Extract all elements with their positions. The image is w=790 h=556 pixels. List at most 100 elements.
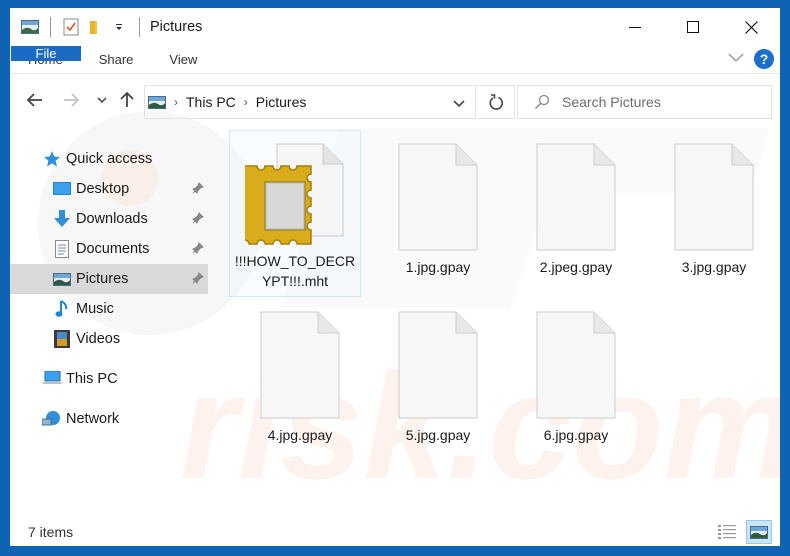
file-list: !!!HOW_TO_DECRYPT!!!.mht 1.jpg.gpay 2.jp… <box>210 123 780 523</box>
network-icon <box>42 409 62 429</box>
chevron-down-icon <box>728 53 744 63</box>
file-item[interactable]: 5.jpg.gpay <box>372 305 504 445</box>
sidebar-item-quick-access[interactable]: Quick access <box>10 144 208 174</box>
pin-icon[interactable] <box>192 242 204 258</box>
file-item-ransom-note[interactable]: !!!HOW_TO_DECRYPT!!!.mht <box>229 130 361 297</box>
sidebar-item-this-pc[interactable]: This PC <box>10 364 208 394</box>
minimize-button[interactable] <box>606 8 664 46</box>
sidebar-item-label: Desktop <box>76 181 130 197</box>
this-pc-icon <box>42 369 62 389</box>
file-name: 1.jpg.gpay <box>405 259 471 275</box>
file-item[interactable]: 1.jpg.gpay <box>372 137 504 277</box>
pin-icon[interactable] <box>192 272 204 288</box>
address-history-button[interactable] <box>453 95 465 113</box>
window-controls <box>606 8 780 46</box>
file-item[interactable]: 2.jpeg.gpay <box>510 137 642 277</box>
pictures-location-icon <box>148 95 166 109</box>
breadcrumb-this-pc[interactable]: This PC <box>186 94 236 110</box>
desktop-icon <box>52 179 72 199</box>
forward-button[interactable] <box>59 88 83 112</box>
videos-icon <box>52 329 72 349</box>
sidebar-item-music[interactable]: Music <box>10 294 208 324</box>
sidebar-item-label: Documents <box>76 241 150 257</box>
toolbar-divider <box>50 17 51 37</box>
ribbon-right-controls: ? <box>728 49 774 69</box>
sidebar-item-documents[interactable]: Documents <box>10 234 208 264</box>
mht-file-icon <box>230 131 360 251</box>
back-button[interactable] <box>23 88 47 112</box>
file-name: !!!HOW_TO_DECRYPT!!!.mht <box>234 253 356 289</box>
tab-view[interactable]: View <box>151 46 215 73</box>
properties-icon[interactable] <box>59 15 83 39</box>
file-item[interactable]: 3.jpg.gpay <box>648 137 780 277</box>
details-view-icon <box>718 525 736 539</box>
arrow-left-icon <box>27 93 42 107</box>
arrow-up-icon <box>120 92 134 107</box>
downloads-icon <box>52 209 72 229</box>
sidebar-item-label: This PC <box>66 371 118 387</box>
file-name: 5.jpg.gpay <box>405 427 471 443</box>
blank-file-icon <box>648 137 780 257</box>
customize-dropdown-icon[interactable] <box>107 15 131 39</box>
pictures-icon <box>52 269 72 289</box>
item-count: 7 items <box>28 524 74 540</box>
star-icon <box>42 149 62 169</box>
arrow-right-icon <box>64 93 79 107</box>
blank-file-icon <box>510 137 642 257</box>
sidebar-item-videos[interactable]: Videos <box>10 324 208 354</box>
file-item[interactable]: 6.jpg.gpay <box>510 305 642 445</box>
file-explorer-window: risk.com Pictures File Share View ? › Th… <box>10 8 780 546</box>
chevron-down-icon <box>97 97 107 104</box>
details-view-button[interactable] <box>714 520 740 544</box>
blank-file-icon <box>234 305 366 425</box>
pin-icon[interactable] <box>192 212 204 228</box>
ribbon-tabs: File Home Share View ? <box>10 46 780 74</box>
sidebar-item-label: Videos <box>76 331 121 347</box>
file-item[interactable]: 4.jpg.gpay <box>234 305 366 445</box>
new-folder-icon[interactable] <box>83 15 107 39</box>
pin-icon[interactable] <box>192 182 204 198</box>
sidebar-item-pictures[interactable]: Pictures <box>10 264 208 294</box>
search-box[interactable] <box>517 85 772 119</box>
breadcrumb-pictures[interactable]: Pictures <box>256 94 307 110</box>
file-name: 3.jpg.gpay <box>681 259 747 275</box>
tab-file[interactable]: File <box>11 46 81 61</box>
refresh-button[interactable] <box>477 85 515 119</box>
quick-access-toolbar <box>10 15 148 39</box>
up-button[interactable] <box>115 88 139 112</box>
close-button[interactable] <box>722 8 780 46</box>
refresh-icon <box>488 94 503 110</box>
pictures-folder-icon[interactable] <box>18 15 42 39</box>
close-icon <box>744 20 758 34</box>
sidebar-item-desktop[interactable]: Desktop <box>10 174 208 204</box>
maximize-button[interactable] <box>664 8 722 46</box>
status-bar: 7 items <box>10 518 780 546</box>
file-name: 4.jpg.gpay <box>267 427 333 443</box>
expand-ribbon-button[interactable] <box>728 50 744 68</box>
search-input[interactable] <box>562 94 752 110</box>
breadcrumb-separator-icon: › <box>174 95 178 109</box>
breadcrumb-separator-icon: › <box>243 95 248 109</box>
sidebar-item-label: Music <box>76 301 114 317</box>
window-title: Pictures <box>150 19 203 35</box>
blank-file-icon <box>372 305 504 425</box>
sidebar-item-downloads[interactable]: Downloads <box>10 204 208 234</box>
sidebar-item-label: Pictures <box>76 271 129 287</box>
title-bar: Pictures <box>10 8 780 46</box>
music-icon <box>52 299 72 319</box>
large-icons-view-button[interactable] <box>746 520 772 544</box>
blank-file-icon <box>372 137 504 257</box>
search-icon <box>535 94 550 109</box>
large-icons-view-icon <box>750 525 768 539</box>
address-bar[interactable]: › This PC › Pictures <box>144 85 476 119</box>
view-mode-switcher <box>714 520 772 544</box>
maximize-icon <box>687 21 699 33</box>
help-button[interactable]: ? <box>754 49 774 69</box>
tab-share[interactable]: Share <box>81 46 152 73</box>
navigation-bar: › This PC › Pictures <box>10 82 780 119</box>
chevron-down-icon <box>453 100 465 108</box>
file-name: 2.jpeg.gpay <box>539 259 613 275</box>
sidebar-item-network[interactable]: Network <box>10 404 208 434</box>
recent-locations-button[interactable] <box>90 88 114 112</box>
sidebar-item-label: Quick access <box>66 151 153 167</box>
